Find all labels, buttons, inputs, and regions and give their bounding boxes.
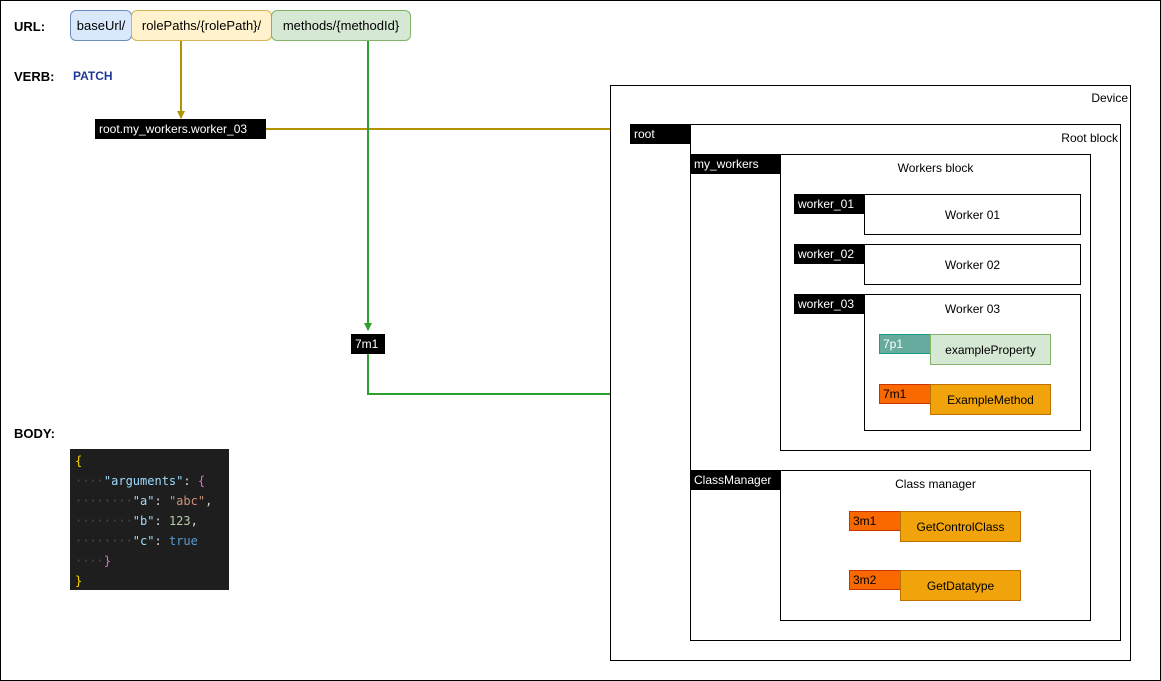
body-label: BODY: — [14, 426, 55, 441]
worker-03-title: Worker 03 — [944, 302, 1001, 316]
root-block-title: Root block — [1061, 131, 1118, 145]
worker-01-tag: worker_01 — [794, 194, 865, 214]
property-box: exampleProperty — [930, 334, 1051, 365]
url-methodid-segment: methods/{methodId} — [271, 10, 411, 41]
code-val-a: "abc" — [168, 494, 206, 508]
body-code-block: { ····"arguments": { ········"a": "abc",… — [70, 449, 229, 590]
verb-label: VERB: — [14, 69, 55, 84]
method-id-tag: 7m1 — [351, 334, 385, 354]
cm-method-1-box: GetControlClass — [900, 511, 1021, 542]
cm-method-1-name: GetControlClass — [916, 519, 1005, 534]
code-inner-close: } — [103, 554, 112, 568]
worker-01-title: Worker 01 — [944, 207, 1001, 222]
method-name: ExampleMethod — [947, 392, 1034, 407]
code-open-brace: { — [75, 454, 83, 468]
url-baseurl-segment: baseUrl/ — [70, 10, 132, 41]
method-id-tag-inner: 7m1 — [879, 384, 931, 404]
cm-method-2-name: GetDatatype — [926, 578, 995, 593]
class-manager-title: Class manager — [895, 477, 976, 491]
code-val-c: true — [168, 534, 198, 548]
workers-block-title: Workers block — [897, 161, 974, 175]
property-id-tag: 7p1 — [879, 334, 931, 354]
url-label: URL: — [14, 19, 46, 34]
verb-value: PATCH — [73, 69, 113, 83]
worker-02-tag: worker_02 — [794, 244, 865, 264]
code-close-brace: } — [75, 574, 83, 588]
cm-method-2-id: 3m2 — [849, 570, 901, 590]
url-rolepath-segment: rolePaths/{rolePath}/ — [131, 10, 272, 41]
role-path-tag: root.my_workers.worker_03 — [95, 119, 266, 139]
code-val-b: 123 — [168, 514, 191, 528]
device-title: Device — [1091, 91, 1128, 105]
method-box: ExampleMethod — [930, 384, 1051, 415]
cm-method-2-box: GetDatatype — [900, 570, 1021, 601]
code-key-c: "c" — [132, 534, 155, 548]
my-workers-tag: my_workers — [690, 154, 780, 174]
worker-03-tag: worker_03 — [794, 294, 865, 314]
property-name: exampleProperty — [945, 342, 1036, 357]
worker-01-box: Worker 01 — [864, 194, 1081, 235]
code-key-a: "a" — [132, 494, 155, 508]
worker-02-box: Worker 02 — [864, 244, 1081, 285]
code-key-arguments: "arguments" — [103, 474, 184, 488]
class-manager-tag: ClassManager — [690, 470, 780, 490]
root-tag: root — [630, 124, 690, 144]
worker-02-title: Worker 02 — [944, 257, 1001, 272]
code-key-b: "b" — [132, 514, 155, 528]
cm-method-1-id: 3m1 — [849, 511, 901, 531]
